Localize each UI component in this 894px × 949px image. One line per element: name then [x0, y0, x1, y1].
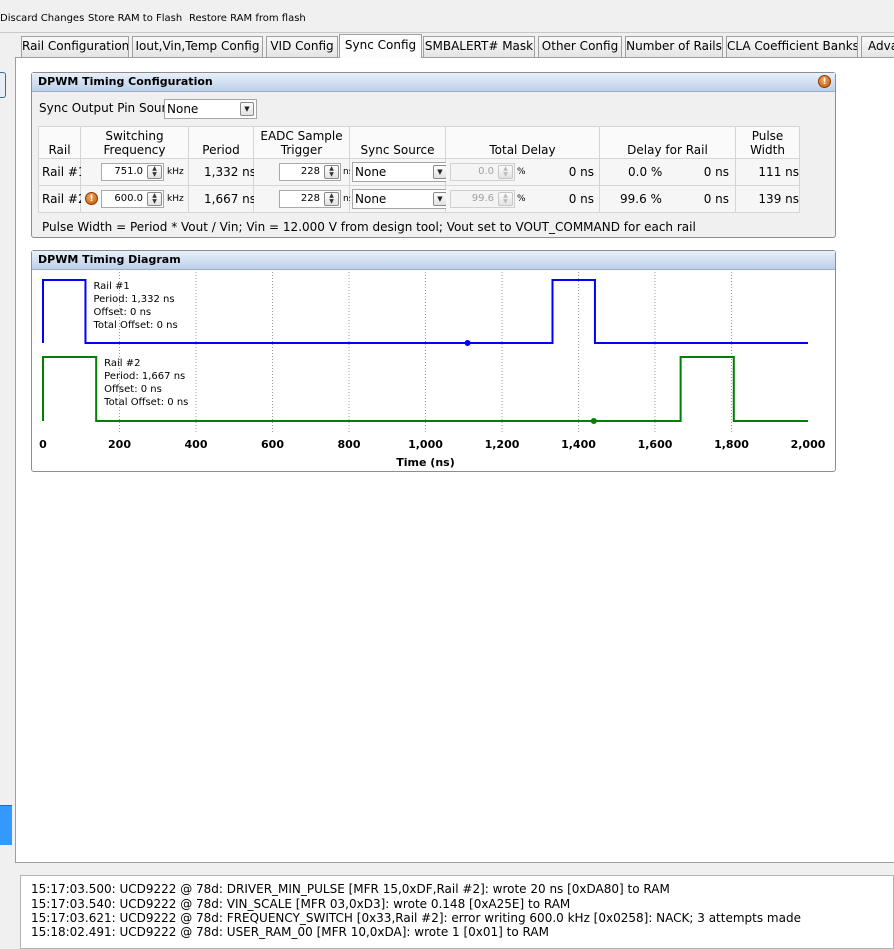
tab-advanced[interactable]: Adva: [861, 36, 894, 57]
left-panel-handle[interactable]: [0, 72, 6, 98]
timing-diagram-chart: 0 200 400 600 800 1,000 1,200 1,400 1,600 1,800 2,…: [39, 272, 826, 469]
series-marker-2: [590, 418, 597, 424]
percent-unit: %: [517, 194, 526, 204]
dpwm-timing-diagram-title: DPWM Timing Diagram: [32, 251, 835, 270]
warning-icon[interactable]: !: [85, 192, 98, 205]
warning-icon[interactable]: !: [818, 75, 831, 88]
header-total-delay: Total Delay: [445, 126, 600, 159]
sync-output-pin-source-select[interactable]: None ▼: [164, 99, 257, 119]
tab-number-of-rails[interactable]: Number of Rails: [625, 36, 723, 57]
x-tick-label: 2,000: [791, 438, 826, 451]
header-switching-frequency: Switching Frequency: [80, 126, 189, 159]
delay-for-rail-pct: 0.0 %: [628, 165, 663, 179]
x-tick-label: 1,600: [638, 438, 673, 451]
total-delay-input[interactable]: 0.0 ▲ ▼: [450, 163, 515, 181]
log-line: 15:17:03.621: UCD9222 @ 78d: FREQUENCY_S…: [31, 911, 801, 925]
total-delay-input[interactable]: 99.6 ▲ ▼: [450, 190, 515, 208]
store-ram-to-flash-button[interactable]: Store RAM to Flash: [88, 13, 182, 24]
header-eadc-sample-trigger: EADC Sample Trigger: [253, 126, 350, 159]
rail-name: Rail #1: [42, 165, 86, 179]
x-tick-label: 1,200: [485, 438, 520, 451]
switching-frequency-input[interactable]: 751.0 ▲ ▼: [101, 163, 164, 181]
x-tick-label: 0: [39, 438, 47, 451]
x-tick-label: 800: [338, 438, 361, 451]
log-line: 15:18:02.491: UCD9222 @ 78d: USER_RAM_00…: [31, 925, 549, 939]
header-pulse-width: Pulse Width: [735, 126, 800, 159]
dpwm-timing-configuration-group: DPWM Timing Configuration ! Sync Output …: [31, 72, 836, 238]
pulse-width-footnote: Pulse Width = Period * Vout / Vin; Vin =…: [42, 220, 696, 234]
eadc-sample-trigger-input[interactable]: 228 ▲ ▼: [279, 163, 341, 181]
pulse-width-value: 111 ns: [758, 165, 799, 179]
spinner-arrows-icon: ▲ ▼: [498, 192, 513, 206]
header-delay-for-rail: Delay for Rail: [599, 126, 736, 159]
table-row: Rail #1 751.0 ▲ ▼ kHz 1,332 ns 228 ▲ ▼ ns No…: [38, 158, 800, 186]
series-annotation: Total Offset: 0 ns: [103, 397, 188, 408]
series-annotation: Offset: 0 ns: [93, 307, 151, 318]
tab-vid-config[interactable]: VID Config: [266, 36, 338, 57]
header-rail: Rail: [38, 126, 81, 159]
tab-smbalert-mask[interactable]: SMBALERT# Mask: [423, 36, 535, 57]
series-annotation: Total Offset: 0 ns: [92, 320, 177, 331]
x-tick-label: 600: [261, 438, 284, 451]
x-tick-label: 400: [185, 438, 208, 451]
discard-changes-button[interactable]: Discard Changes: [0, 13, 84, 24]
series-annotation: Offset: 0 ns: [104, 384, 162, 395]
left-panel-selected-item[interactable]: [0, 805, 12, 845]
frequency-unit: kHz: [167, 194, 184, 204]
chevron-down-icon: ▼: [240, 102, 254, 116]
period-value: 1,667 ns: [204, 192, 257, 206]
log-line: 15:17:03.540: UCD9222 @ 78d: VIN_SCALE […: [31, 897, 571, 911]
series-annotation: Rail #2: [104, 358, 140, 369]
tab-iout-vin-temp-config[interactable]: Iout,Vin,Temp Config: [132, 36, 263, 57]
total-delay-ns: 0 ns: [568, 165, 594, 179]
tab-strip: Rail Configuration Iout,Vin,Temp Config …: [0, 34, 894, 58]
dpwm-timing-configuration-title: DPWM Timing Configuration: [32, 73, 835, 92]
delay-for-rail-ns: 0 ns: [703, 192, 729, 206]
total-delay-ns: 0 ns: [568, 192, 594, 206]
spinner-arrows-icon: ▲ ▼: [498, 165, 513, 179]
x-tick-label: 1,400: [561, 438, 596, 451]
rail-timing-table: Rail Switching Frequency Period EADC Sam…: [38, 126, 800, 213]
header-sync-source: Sync Source: [349, 126, 446, 159]
tab-other-config[interactable]: Other Config: [538, 36, 622, 57]
sync-source-select[interactable]: None ▼: [352, 189, 450, 209]
group-title-text: DPWM Timing Diagram: [38, 253, 181, 266]
spinner-arrows-icon[interactable]: ▲ ▼: [324, 192, 339, 206]
restore-ram-from-flash-button[interactable]: Restore RAM from flash: [189, 13, 306, 24]
series-marker-1: [464, 340, 471, 346]
spinner-arrows-icon[interactable]: ▲ ▼: [324, 165, 339, 179]
spinner-arrows-icon[interactable]: ▲ ▼: [147, 192, 162, 206]
series-annotation: Period: 1,667 ns: [104, 371, 185, 382]
sync-output-pin-source-label: Sync Output Pin Sourc: [39, 101, 173, 115]
x-tick-label: 1,800: [714, 438, 749, 451]
frequency-unit: kHz: [167, 167, 184, 177]
series-annotation: Rail #1: [93, 281, 129, 292]
delay-for-rail-pct: 99.6 %: [620, 192, 662, 206]
series-annotation: Period: 1,332 ns: [93, 294, 174, 305]
header-period: Period: [188, 126, 254, 159]
percent-unit: %: [517, 167, 526, 177]
delay-for-rail-ns: 0 ns: [703, 165, 729, 179]
toolbar-separator: [0, 32, 894, 33]
log-line: 15:17:03.500: UCD9222 @ 78d: DRIVER_MIN_…: [31, 882, 670, 896]
eadc-sample-trigger-input[interactable]: 228 ▲ ▼: [279, 190, 341, 208]
period-value: 1,332 ns: [204, 165, 257, 179]
x-tick-label: 200: [108, 438, 131, 451]
sync-source-select[interactable]: None ▼: [352, 162, 450, 182]
tab-rail-configuration[interactable]: Rail Configuration: [21, 36, 129, 57]
spinner-arrows-icon[interactable]: ▲ ▼: [147, 165, 162, 179]
rail-name: Rail #2: [42, 192, 86, 206]
tab-sync-config[interactable]: Sync Config: [339, 34, 422, 58]
table-row: Rail #2 ! 600.0 ▲ ▼ kHz 1,667 ns 228 ▲ ▼ ns …: [38, 185, 800, 213]
log-panel: 15:17:03.500: UCD9222 @ 78d: DRIVER_MIN_…: [20, 875, 894, 949]
x-axis-label: Time (ns): [396, 456, 454, 469]
group-title-text: DPWM Timing Configuration: [38, 75, 213, 88]
tab-cla-coefficient-banks[interactable]: CLA Coefficient Banks: [726, 36, 858, 57]
x-tick-label: 1,000: [408, 438, 443, 451]
switching-frequency-input[interactable]: 600.0 ▲ ▼: [101, 190, 164, 208]
sync-output-pin-source-value: None: [167, 102, 199, 116]
pulse-width-value: 139 ns: [758, 192, 799, 206]
